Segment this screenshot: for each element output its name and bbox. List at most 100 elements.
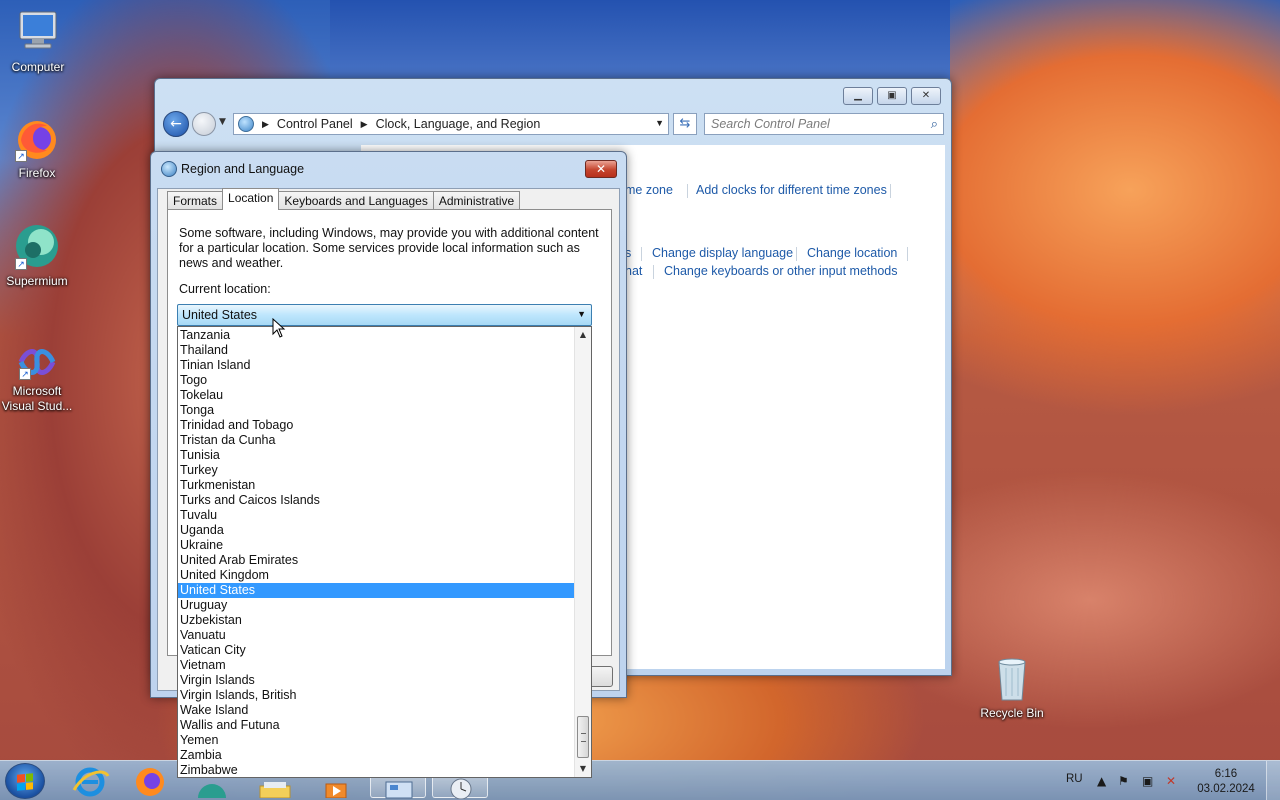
time-zone-link[interactable]: me zone (625, 183, 673, 197)
refresh-button[interactable]: ⇆ (673, 113, 697, 135)
change-location-link[interactable]: Change location (807, 246, 897, 260)
location-option[interactable]: Vanuatu (178, 628, 574, 643)
location-option[interactable]: Tinian Island (178, 358, 574, 373)
link-separator (687, 184, 688, 198)
location-option[interactable]: Wake Island (178, 703, 574, 718)
location-option[interactable]: Tristan da Cunha (178, 433, 574, 448)
show-hidden-icons[interactable]: ▲ (1097, 774, 1106, 788)
windows-logo-icon (17, 773, 33, 791)
chevron-right-icon: ▶ (262, 118, 269, 129)
location-option[interactable]: Tokelau (178, 388, 574, 403)
desktop-icon-label: Supermium (6, 274, 68, 288)
desktop-icon-label: Firefox (18, 166, 56, 180)
location-option[interactable]: United States (178, 582, 574, 598)
taskbar-firefox[interactable] (122, 764, 178, 798)
location-option[interactable]: Uzbekistan (178, 613, 574, 628)
location-option[interactable]: Turkey (178, 463, 574, 478)
back-button[interactable]: ← (163, 111, 189, 137)
clock-time: 6:16 (1214, 768, 1238, 780)
current-location-select[interactable]: United States ▼ (177, 304, 592, 326)
desktop-icon-supermium[interactable]: ↗ Supermium (0, 222, 75, 289)
location-dropdown-list[interactable]: Tanzania Thailand Tinian Island Togo Tokelau… (177, 326, 592, 778)
location-option[interactable]: Virgin Islands (178, 673, 574, 688)
globe-icon (161, 161, 177, 177)
location-option[interactable]: Tuvalu (178, 508, 574, 523)
location-option[interactable]: United Kingdom (178, 568, 574, 583)
location-option[interactable]: Yemen (178, 733, 574, 748)
location-option[interactable]: Turkmenistan (178, 478, 574, 493)
location-option[interactable]: Togo (178, 373, 574, 388)
minimize-button[interactable]: ▁ (843, 87, 873, 105)
input-language-indicator[interactable]: RU (1066, 773, 1083, 785)
address-bar[interactable]: ▶ Control Panel ▶ Clock, Language, and R… (233, 113, 669, 135)
desktop-icon-label: Recycle Bin (980, 706, 1044, 720)
start-button[interactable] (5, 763, 45, 799)
firefox-icon: ↗ (13, 114, 61, 162)
shortcut-arrow-icon: ↗ (15, 150, 27, 162)
volume-muted-icon[interactable]: ✕ (1166, 774, 1176, 788)
location-option[interactable]: Vatican City (178, 643, 574, 658)
location-option[interactable]: Uganda (178, 523, 574, 538)
close-button[interactable]: ✕ (911, 87, 941, 105)
scroll-up-icon[interactable]: ▲ (575, 327, 591, 343)
location-option[interactable]: Virgin Islands, British (178, 688, 574, 703)
location-option[interactable]: Thailand (178, 343, 574, 358)
search-icon[interactable]: ⌕ (931, 116, 938, 132)
chevron-down-icon[interactable]: ▼ (577, 309, 586, 319)
link-separator (641, 247, 642, 261)
shortcut-arrow-icon: ↗ (15, 258, 27, 270)
desktop-icon-firefox[interactable]: ↗ Firefox (0, 114, 75, 181)
desktop-icon-recycle-bin[interactable]: Recycle Bin (974, 656, 1050, 721)
breadcrumb-clock-language-region[interactable]: Clock, Language, and Region (376, 117, 541, 131)
location-option[interactable]: Ukraine (178, 538, 574, 553)
scroll-down-icon[interactable]: ▼ (575, 761, 591, 777)
location-option[interactable]: Tanzania (178, 328, 574, 343)
location-option[interactable]: Tunisia (178, 448, 574, 463)
shortcut-arrow-icon: ↗ (19, 368, 31, 380)
change-keyboards-link[interactable]: Change keyboards or other input methods (664, 264, 897, 278)
location-option[interactable]: Wallis and Futuna (178, 718, 574, 733)
network-icon[interactable]: ▣ (1142, 774, 1153, 788)
location-options: Tanzania Thailand Tinian Island Togo Tokelau… (178, 328, 591, 778)
location-option[interactable]: Vietnam (178, 658, 574, 673)
show-desktop-button[interactable] (1266, 761, 1280, 800)
change-format-link[interactable]: nat (625, 264, 642, 278)
location-option[interactable]: Zambia (178, 748, 574, 763)
location-option[interactable]: Turks and Caicos Islands (178, 493, 574, 508)
location-description: Some software, including Windows, may pr… (179, 226, 599, 270)
tab-keyboards-languages[interactable]: Keyboards and Languages (278, 191, 434, 210)
computer-icon (14, 8, 62, 56)
taskbar-internet-explorer[interactable] (62, 764, 118, 798)
maximize-button[interactable]: ▣ (877, 87, 907, 105)
tab-formats[interactable]: Formats (167, 191, 224, 210)
change-display-language-link[interactable]: Change display language (652, 246, 793, 260)
internet-explorer-icon (72, 767, 110, 797)
action-center-flag-icon[interactable]: ⚑ (1118, 774, 1129, 788)
address-dropdown-icon[interactable]: ▼ (655, 118, 664, 128)
tab-administrative[interactable]: Administrative (432, 191, 521, 210)
scrollbar-thumb[interactable] (577, 716, 589, 758)
dialog-close-button[interactable]: ✕ (585, 160, 617, 178)
location-option[interactable]: Tonga (178, 403, 574, 418)
tab-location[interactable]: Location (222, 188, 280, 210)
firefox-icon (136, 768, 164, 796)
system-clock[interactable]: 6:16 03.02.2024 (1194, 767, 1258, 797)
current-location-label: Current location: (179, 282, 271, 296)
location-option[interactable]: Uruguay (178, 598, 574, 613)
add-clocks-link[interactable]: Add clocks for different time zones (696, 183, 887, 197)
breadcrumb-control-panel[interactable]: Control Panel (277, 117, 353, 131)
back-arrow-icon: ← (170, 116, 182, 132)
search-placeholder: Search Control Panel (711, 117, 830, 131)
desktop-icon-computer[interactable]: Computer (0, 8, 76, 75)
wallpaper-sky (330, 0, 950, 90)
recent-pages-dropdown[interactable]: ▼ (219, 117, 226, 127)
location-option[interactable]: Zimbabwe (178, 763, 574, 778)
location-option[interactable]: United Arab Emirates (178, 553, 574, 568)
desktop-icon-visual-studio[interactable]: ↗ Microsoft Visual Stud... (0, 344, 76, 414)
dropdown-scrollbar[interactable]: ▲ ▼ (574, 327, 591, 777)
forward-button[interactable] (192, 112, 216, 136)
dialog-title: Region and Language (181, 162, 305, 176)
location-option[interactable]: Trinidad and Tobago (178, 418, 574, 433)
search-input[interactable]: Search Control Panel ⌕ (704, 113, 944, 135)
control-panel-icon (238, 116, 254, 132)
